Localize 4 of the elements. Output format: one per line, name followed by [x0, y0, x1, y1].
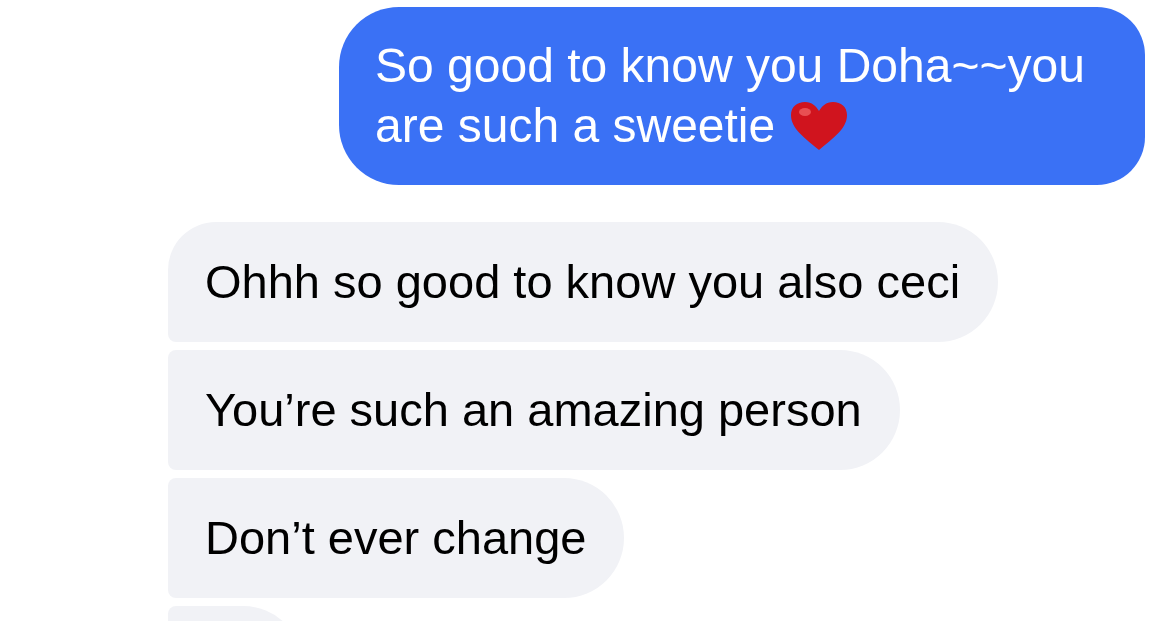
message-bubble: So good to know you Doha~~you are such a sweetie	[339, 7, 1145, 185]
message-bubble: Don’t ever change	[168, 478, 625, 598]
message-bubble: Ohhh so good to know you also ceci	[168, 222, 999, 342]
message-bubble: You’re such an amazing person	[168, 350, 900, 470]
